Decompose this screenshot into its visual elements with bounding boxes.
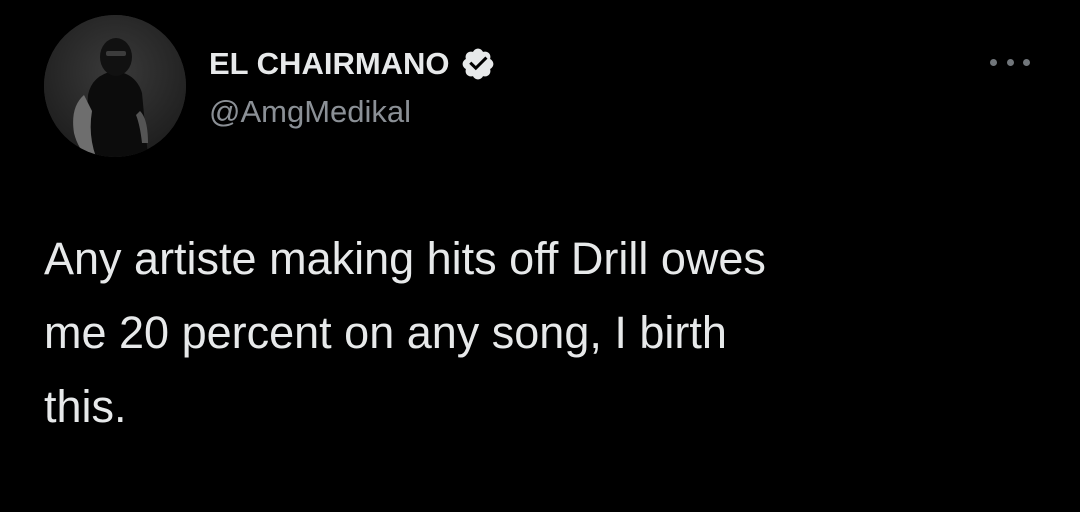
verified-badge-icon — [462, 48, 493, 80]
avatar-photo — [44, 15, 186, 157]
tweet-text-line: Any artiste making hits off Drill owes — [44, 233, 766, 284]
author-handle[interactable]: @AmgMedikal — [209, 94, 411, 130]
more-options-button[interactable] — [990, 52, 1030, 72]
more-dot-icon — [1006, 58, 1014, 66]
display-name[interactable]: EL CHAIRMANO — [209, 46, 450, 82]
tweet-body: Any artiste making hits off Drill owes me… — [44, 222, 1044, 444]
tweet-text-line: me 20 percent on any song, I birth — [44, 307, 727, 358]
author-name-row[interactable]: EL CHAIRMANO — [209, 42, 496, 86]
tweet-text-line: this. — [44, 381, 127, 432]
avatar[interactable] — [44, 15, 186, 157]
tweet-card: EL CHAIRMANO @AmgMedikal Any artiste mak… — [0, 0, 1080, 512]
more-dot-icon — [1023, 58, 1030, 66]
more-dot-icon — [990, 58, 997, 66]
